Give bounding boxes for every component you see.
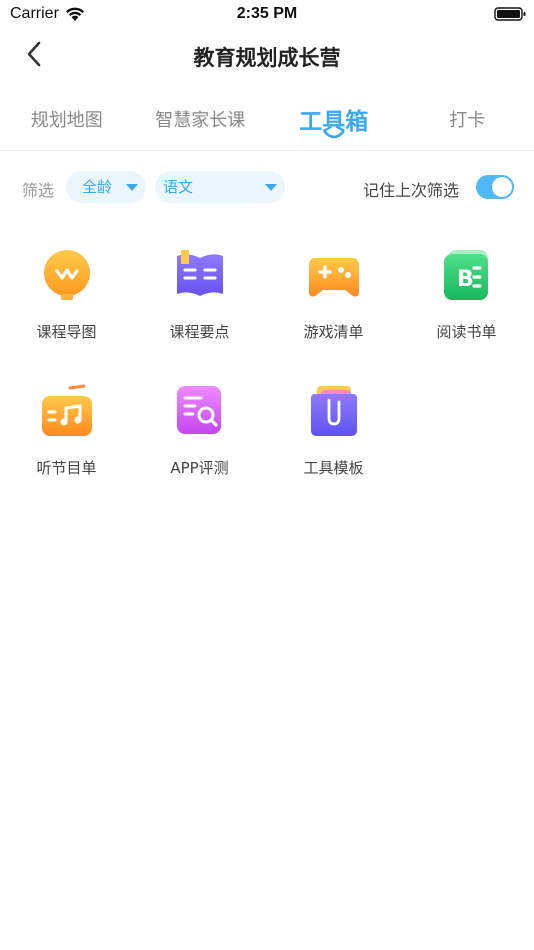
tool-label: 工具模板 bbox=[303, 459, 364, 477]
nav-bar: 教育规划成长营 bbox=[0, 30, 534, 82]
tool-course-mindmap[interactable]: 课程导图 bbox=[0, 248, 133, 368]
tool-templates[interactable]: 工具模板 bbox=[267, 384, 400, 504]
radio-icon bbox=[42, 384, 92, 436]
remember-filter-label: 记住上次筛选 bbox=[363, 181, 460, 200]
tool-program-list[interactable]: 听节目单 bbox=[0, 384, 133, 504]
age-select[interactable]: 全龄 bbox=[66, 171, 146, 203]
divider bbox=[0, 150, 534, 151]
tool-label: 课程要点 bbox=[169, 323, 230, 341]
tab-bar: 规划地图 智慧家长课 工具箱 打卡 bbox=[0, 96, 534, 148]
filter-row: 筛选 全龄 语文 记住上次筛选 bbox=[0, 171, 534, 203]
tool-label: 游戏清单 bbox=[303, 323, 364, 341]
tab-label: 智慧家长课 bbox=[155, 110, 246, 131]
tool-course-keypoints[interactable]: 课程要点 bbox=[133, 248, 266, 368]
tool-app-review[interactable]: APP评测 bbox=[133, 384, 266, 504]
clock: 2:35 PM bbox=[236, 5, 298, 22]
subject-select[interactable]: 语文 bbox=[155, 171, 285, 203]
tab-label: 打卡 bbox=[449, 110, 486, 131]
active-tab-indicator bbox=[323, 130, 345, 139]
tool-label: 阅读书单 bbox=[436, 323, 497, 341]
folder-icon bbox=[311, 386, 357, 436]
book-icon bbox=[177, 250, 223, 296]
tab-parent-course[interactable]: 智慧家长课 bbox=[134, 96, 268, 148]
gamepad-icon bbox=[309, 258, 359, 297]
tool-reading-list[interactable]: B 阅读书单 bbox=[400, 248, 533, 368]
page-title: 教育规划成长营 bbox=[193, 46, 341, 70]
tab-checkin[interactable]: 打卡 bbox=[401, 96, 534, 148]
caret-down-icon bbox=[265, 184, 277, 191]
age-select-value: 全龄 bbox=[82, 178, 113, 196]
tool-label: APP评测 bbox=[170, 459, 229, 477]
booklist-icon: B bbox=[444, 250, 488, 300]
svg-text:B: B bbox=[457, 267, 474, 292]
tool-label: 听节目单 bbox=[36, 459, 97, 477]
toggle-knob bbox=[492, 177, 512, 197]
tab-toolbox[interactable]: 工具箱 bbox=[267, 96, 401, 148]
tab-planning-map[interactable]: 规划地图 bbox=[0, 96, 134, 148]
caret-down-icon bbox=[126, 184, 138, 191]
battery-icon bbox=[494, 7, 526, 21]
tool-label: 课程导图 bbox=[36, 323, 97, 341]
search-doc-icon bbox=[177, 386, 221, 434]
status-bar: Carrier 2:35 PM bbox=[0, 0, 534, 30]
tab-label: 规划地图 bbox=[30, 110, 103, 131]
filter-label: 筛选 bbox=[22, 181, 55, 200]
tool-game-list[interactable]: 游戏清单 bbox=[267, 248, 400, 368]
remember-filter-toggle[interactable] bbox=[476, 175, 514, 199]
subject-select-value: 语文 bbox=[163, 178, 194, 196]
lightbulb-icon bbox=[44, 250, 90, 300]
